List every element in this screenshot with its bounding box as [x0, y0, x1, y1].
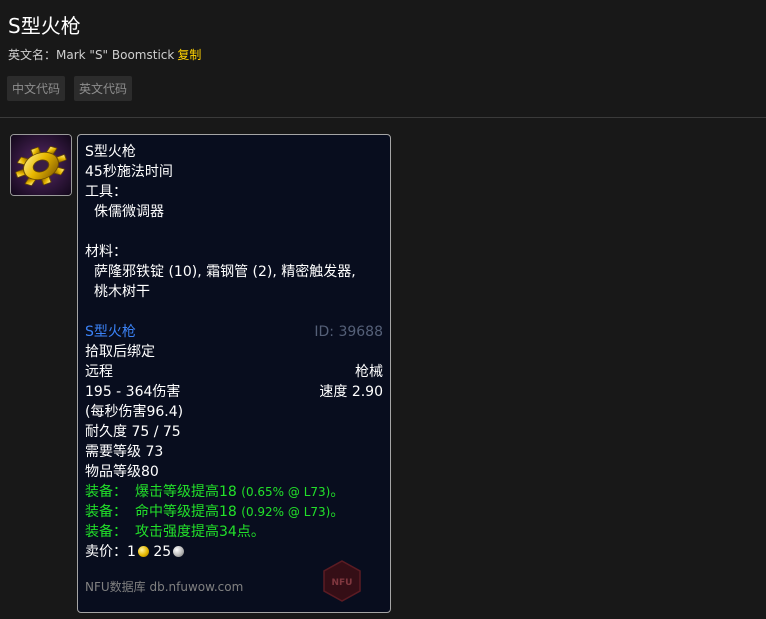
- equip-effect-end: 。: [330, 484, 345, 500]
- cast-time: 45秒施法时间: [85, 164, 173, 180]
- equip-label: 装备：: [85, 524, 127, 540]
- tab-english-code[interactable]: 英文代码: [74, 76, 133, 101]
- tab-chinese-code[interactable]: 中文代码: [7, 76, 66, 101]
- required-level: 需要等级 73: [85, 444, 164, 460]
- equip-effect-text: 攻击强度提高34点。: [135, 524, 265, 540]
- equip-effect-3: 装备： 攻击强度提高34点。: [85, 522, 383, 542]
- english-name-row: 英文名：Mark "S" Boomstick 复制: [8, 46, 201, 63]
- equip-label: 装备：: [85, 484, 127, 500]
- damage: 195 - 364伤害: [85, 384, 181, 400]
- nfu-watermark-icon: NFU: [323, 560, 361, 602]
- weapon-type: 枪械: [355, 364, 383, 380]
- page-title: S型火枪: [8, 14, 81, 38]
- recipe-name: S型火枪: [85, 144, 136, 160]
- damage-row: 195 - 364伤害 速度 2.90: [85, 382, 383, 402]
- equip-effect-pct: (0.65% @ L73): [241, 485, 331, 499]
- tools-label: 工具：: [85, 184, 127, 200]
- item-tooltip: S型火枪 45秒施法时间 工具： 侏儒微调器 材料： 萨隆邪铁锭 (10), 霜…: [77, 134, 391, 613]
- item-name-row: S型火枪 ID: 39688: [85, 322, 383, 342]
- materials-line-2: 桃木树干: [94, 284, 150, 300]
- sell-gold: 1: [127, 544, 136, 560]
- equip-effect-pct: (0.92% @ L73): [241, 505, 331, 519]
- binding: 拾取后绑定: [85, 344, 155, 360]
- sell-silver: 25: [153, 544, 172, 560]
- code-tabs: 中文代码 英文代码: [7, 76, 133, 101]
- materials-label: 材料：: [85, 244, 127, 260]
- equip-effect-text: 命中等级提高18: [135, 504, 237, 520]
- english-name-value: Mark "S" Boomstick: [56, 48, 175, 62]
- footer-source: NFU数据库 db.nfuwow.com: [85, 580, 244, 594]
- equip-label: 装备：: [85, 504, 127, 520]
- silver-coin-icon: [173, 546, 185, 557]
- dps: (每秒伤害96.4): [85, 404, 184, 420]
- equip-effect-text: 爆击等级提高18: [135, 484, 237, 500]
- gear-icon: [11, 135, 71, 195]
- equip-effect-1: 装备： 爆击等级提高18 (0.65% @ L73)。: [85, 482, 383, 502]
- materials-line-1: 萨隆邪铁锭 (10), 霜钢管 (2), 精密触发器,: [94, 264, 356, 280]
- slot-row: 远程 枪械: [85, 362, 383, 382]
- slot: 远程: [85, 364, 113, 380]
- item-name-link[interactable]: S型火枪: [85, 322, 136, 342]
- english-name-label: 英文名：: [8, 48, 57, 62]
- copy-link[interactable]: 复制: [177, 48, 201, 62]
- equip-effect-end: 。: [330, 504, 345, 520]
- item-level: 物品等级80: [85, 464, 159, 480]
- divider: [0, 117, 766, 118]
- speed: 速度 2.90: [319, 384, 383, 400]
- gold-coin-icon: [137, 546, 149, 557]
- sell-label: 卖价：: [85, 544, 127, 560]
- durability: 耐久度 75 / 75: [85, 424, 181, 440]
- tool-name: 侏儒微调器: [94, 204, 164, 220]
- item-icon[interactable]: [10, 134, 72, 196]
- watermark-text: NFU: [332, 578, 353, 588]
- equip-effect-2: 装备： 命中等级提高18 (0.92% @ L73)。: [85, 502, 383, 522]
- item-id: ID: 39688: [314, 324, 383, 340]
